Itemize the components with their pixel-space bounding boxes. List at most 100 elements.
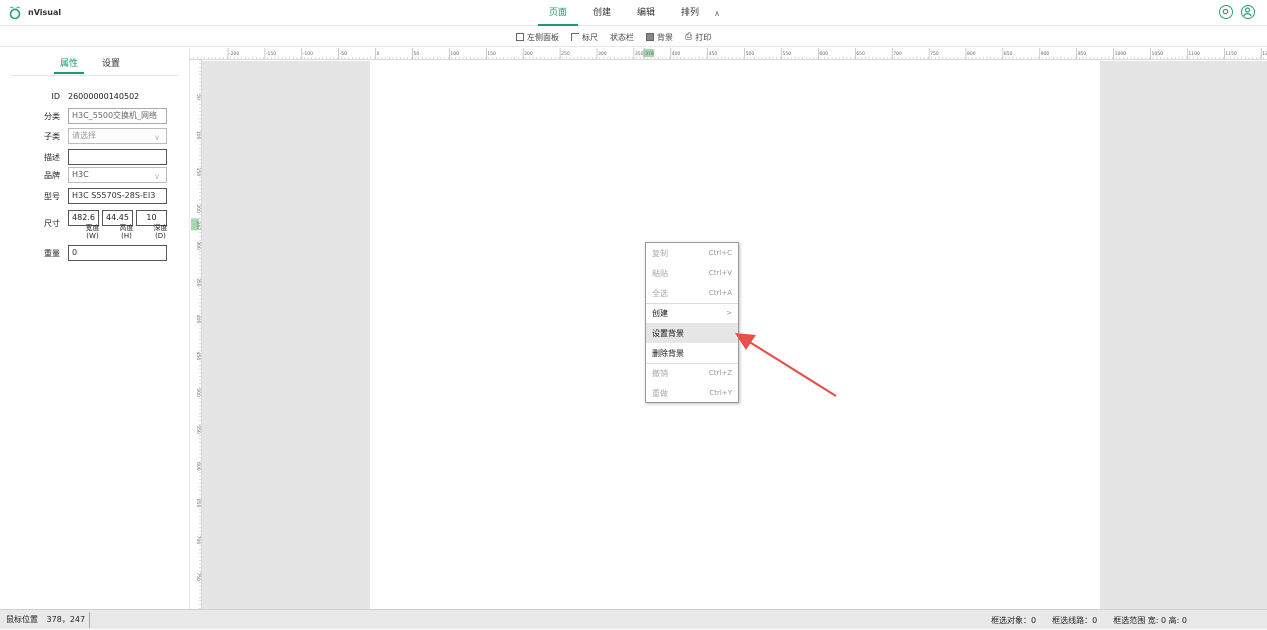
ruler-label: 450: [195, 352, 201, 361]
chevron-down-icon: ∨: [154, 172, 160, 181]
depth-caption: 深度 (D): [145, 224, 176, 240]
ruler-label: 1000: [1115, 51, 1127, 57]
print-button[interactable]: ⎙ 打印: [685, 32, 711, 43]
ruler-label: 1050: [1152, 51, 1164, 57]
context-menu-item[interactable]: 粘贴 Ctrl+V: [646, 263, 738, 283]
ruler-label: 700: [195, 536, 201, 545]
subcategory-placeholder: 请选择: [72, 131, 96, 140]
ruler-label: 1200: [1262, 51, 1267, 57]
context-menu-item[interactable]: 删除背景: [646, 343, 738, 363]
category-field[interactable]: H3C_5500交换机_网络: [68, 108, 167, 124]
context-menu-item[interactable]: 复制 Ctrl+C: [646, 243, 738, 263]
width-caption-line1: 宽度: [85, 224, 100, 232]
ruler-label: 550: [783, 51, 792, 57]
subcategory-label: 子类: [44, 131, 60, 141]
brand-value: H3C: [72, 170, 89, 179]
category-label: 分类: [44, 111, 60, 121]
ruler-label: 1150: [1225, 51, 1237, 57]
selected-lines: 框选线路：0: [1052, 615, 1098, 625]
depth-caption-line1: 深度: [153, 224, 168, 232]
top-menu-bar: nVisual 页面 创建 编辑 排列 ∧: [0, 0, 1267, 26]
user-account-icon[interactable]: [1241, 5, 1255, 19]
tab-settings[interactable]: 设置: [102, 56, 120, 74]
menu-item-shortcut: Ctrl+V: [708, 269, 732, 277]
tab-page[interactable]: 页面: [536, 0, 580, 26]
main-menu-tabs: 页面 创建 编辑 排列 ∧: [536, 0, 720, 26]
context-menu-item[interactable]: 撤销 Ctrl+Z: [646, 363, 738, 383]
mouse-position: 鼠标位置 378，247: [6, 610, 85, 630]
id-row: ID 26000000140502: [0, 88, 190, 104]
tab-properties[interactable]: 属性: [53, 56, 85, 74]
background-label: 背景: [657, 32, 673, 42]
context-menu-item[interactable]: 全选 Ctrl+A: [646, 283, 738, 303]
background-toggle[interactable]: 背景: [646, 32, 673, 43]
ruler-label: 378: [645, 51, 654, 57]
ruler-label: -150: [266, 51, 276, 57]
statusbar-label: 状态栏: [610, 32, 634, 42]
brand-select[interactable]: H3C ∨: [68, 167, 167, 183]
ruler-label: 0: [377, 51, 380, 57]
context-menu-item[interactable]: 重做 Ctrl+Y: [646, 383, 738, 403]
menu-item-label: 设置背景: [652, 328, 684, 338]
ruler-icon: [571, 33, 579, 41]
subcategory-row: 子类 请选择 ∨: [0, 128, 190, 144]
app-logo: nVisual: [8, 5, 61, 19]
tab-edit[interactable]: 编辑: [624, 0, 668, 26]
menu-item-label: 全选: [652, 288, 668, 298]
ruler-toggle[interactable]: 标尺: [571, 32, 598, 43]
collapse-toolbar-icon[interactable]: ∧: [712, 9, 720, 18]
brand-label: 品牌: [44, 170, 60, 180]
panel-icon: [516, 33, 524, 41]
menu-item-label: 创建: [652, 308, 668, 318]
size-label: 尺寸: [44, 218, 60, 228]
statusbar-toggle[interactable]: 状态栏: [610, 32, 634, 43]
width-caption-line2: (W): [86, 232, 99, 240]
dimension-labels: 宽度 (W) 高度 (H) 深度 (D): [77, 224, 176, 240]
ruler-label: 50: [195, 94, 201, 100]
ruler-label: 550: [195, 425, 201, 434]
ruler-label: -50: [340, 51, 347, 57]
tab-create[interactable]: 创建: [580, 0, 624, 26]
nvisual-logo-icon: [9, 6, 21, 19]
menu-item-shortcut: Ctrl+Z: [708, 369, 732, 377]
ruler-label: 900: [1041, 51, 1050, 57]
menu-item-shortcut: Ctrl+Y: [709, 389, 732, 397]
height-caption: 高度 (H): [111, 224, 142, 240]
menu-item-label: 复制: [652, 248, 668, 258]
ruler-label: 750: [195, 572, 201, 581]
context-menu-item[interactable]: 设置背景: [646, 323, 738, 343]
ruler-label: 247: [195, 221, 201, 230]
description-field[interactable]: [68, 149, 167, 165]
id-value: 26000000140502: [68, 91, 140, 101]
context-menu-item[interactable]: 创建 >: [646, 303, 738, 323]
left-panel-label: 左侧面板: [527, 32, 559, 42]
ruler-label: 350: [195, 278, 201, 287]
weight-row: 重量 0: [0, 245, 190, 261]
ruler-label: -100: [303, 51, 313, 57]
selection-info: 框选对象：0 框选线路：0 框选范围 宽: 0 高: 0: [991, 610, 1187, 630]
ruler-label: 50: [414, 51, 420, 57]
settings-user-icon[interactable]: [1219, 5, 1233, 19]
ruler-label: 650: [856, 51, 865, 57]
subcategory-select[interactable]: 请选择 ∨: [68, 128, 167, 144]
model-field[interactable]: H3C S5570S-28S-EI3: [68, 188, 167, 204]
ruler-label: 200: [524, 51, 533, 57]
ruler-label: 标尺: [582, 32, 598, 42]
weight-field[interactable]: 0: [68, 245, 167, 261]
model-row: 型号 H3C S5570S-28S-EI3: [0, 188, 190, 204]
ruler-label: 100: [195, 131, 201, 140]
ruler-label: 200: [195, 204, 201, 213]
menu-item-label: 删除背景: [652, 348, 684, 358]
ruler-label: 150: [195, 168, 201, 177]
mouse-position-value: 378，247: [46, 615, 86, 624]
ruler-label: 950: [1078, 51, 1087, 57]
width-caption: 宽度 (W): [77, 224, 108, 240]
model-label: 型号: [44, 191, 60, 201]
ruler-label: 350: [635, 51, 644, 57]
weight-label: 重量: [44, 248, 60, 258]
tab-arrange[interactable]: 排列: [668, 0, 712, 26]
left-panel-toggle[interactable]: 左侧面板: [516, 32, 559, 43]
status-divider: [89, 612, 90, 628]
menu-item-label: 重做: [652, 388, 668, 398]
ruler-label: 100: [450, 51, 459, 57]
